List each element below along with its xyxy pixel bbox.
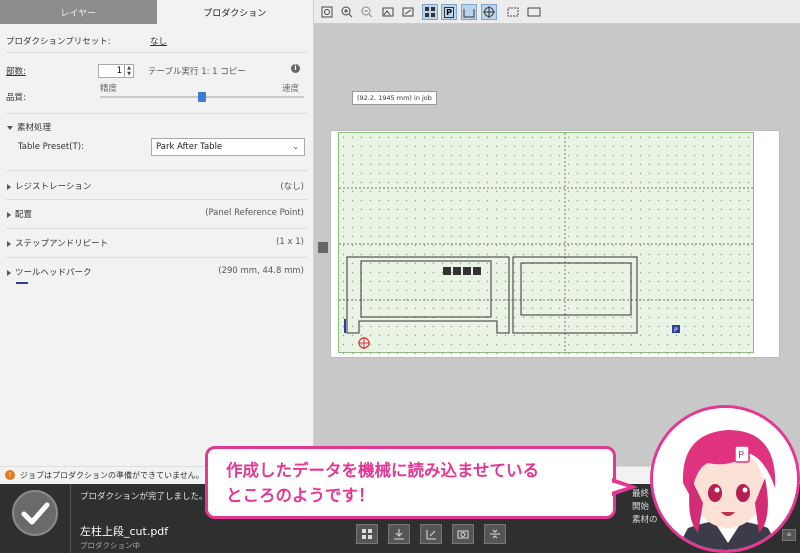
table-preset-select[interactable]: Park After Table ⌄ — [151, 138, 305, 156]
grid-icon[interactable] — [422, 4, 438, 20]
crosshair-icon[interactable] — [481, 4, 497, 20]
step-repeat-label: ステップアンドリピート — [15, 239, 109, 249]
preset-value-link[interactable]: なし — [150, 35, 167, 47]
tab-production[interactable]: プロダクション — [156, 0, 313, 24]
outline-view-icon[interactable] — [400, 4, 416, 20]
divider — [6, 170, 308, 171]
expand-arrow-icon — [7, 183, 11, 190]
side-panel-toggle[interactable] — [318, 242, 328, 253]
zoom-fit-icon[interactable] — [319, 4, 335, 20]
material-label: 素材処理 — [17, 123, 52, 133]
divider — [6, 257, 308, 258]
park-marker: P — [674, 327, 678, 334]
grid-icon[interactable] — [356, 524, 378, 544]
selection-icon[interactable] — [505, 4, 521, 20]
image-view-icon[interactable] — [380, 4, 396, 20]
preset-label: プロダクションプリセット: — [6, 37, 111, 47]
zoom-out-icon[interactable] — [359, 4, 375, 20]
scroll-indicator — [16, 282, 28, 284]
toolhead-park-value: (290 mm, 44.8 mm) — [218, 266, 304, 276]
table-preset-label: Table Preset(T): — [18, 142, 84, 152]
copies-value: 1 — [116, 66, 122, 76]
copies-note: テーブル実行 1: 1 コピー — [148, 67, 246, 77]
chevron-down-icon: ⌄ — [292, 142, 299, 151]
file-name: 左柱上段_cut.pdf — [80, 525, 169, 538]
camera-icon[interactable] — [452, 524, 474, 544]
placement-label: 配置 — [15, 210, 33, 220]
divider — [6, 52, 308, 53]
divider — [70, 484, 71, 553]
quality-slider-thumb[interactable] — [198, 92, 206, 102]
expand-arrow-icon — [7, 240, 11, 247]
stepper-arrows[interactable]: ▲ ▼ — [124, 65, 133, 77]
frame-icon[interactable] — [526, 4, 542, 20]
complete-check-icon — [12, 490, 58, 536]
registration-value: (なし) — [280, 182, 304, 192]
menu-icon[interactable]: ≡ — [782, 529, 796, 541]
copies-label: 部数: — [6, 67, 26, 77]
status-sub: プロダクション中 — [80, 541, 140, 550]
toolhead-park-label: ツールヘッドパーク — [15, 268, 92, 278]
job-preview-drawing: P — [339, 133, 755, 354]
cut-path-icon[interactable] — [420, 524, 442, 544]
info-icon[interactable]: i — [291, 64, 300, 73]
divider — [6, 113, 308, 114]
table-icon[interactable] — [461, 4, 477, 20]
zoom-in-icon[interactable] — [339, 4, 355, 20]
callout-line-1: 作成したデータを機械に読み込ませている — [226, 461, 540, 480]
table-preset-value: Park After Table — [156, 142, 223, 152]
park-icon[interactable]: P — [441, 4, 457, 20]
cutting-table[interactable]: P — [338, 132, 755, 354]
speech-callout: 作成したデータを機械に読み込ませている ところのようです！ — [205, 446, 616, 519]
status-message: プロダクションが完了しました。 — [80, 492, 208, 502]
registration-label: レジストレーション — [15, 182, 92, 192]
view-toolbar: P — [314, 0, 800, 24]
divider — [6, 199, 308, 200]
expand-arrow-icon — [7, 269, 11, 276]
callout-tail-inner — [611, 482, 627, 492]
svg-text:P: P — [738, 450, 744, 461]
production-panel: レイヤー プロダクション プロダクションプリセット: なし 部数: テーブル実行… — [0, 0, 314, 466]
coordinate-tooltip: (92.2, 1945 mm) in job — [352, 91, 437, 105]
align-center-icon[interactable] — [484, 524, 506, 544]
placement-value: (Panel Reference Point) — [205, 208, 304, 218]
status-actions — [356, 524, 506, 544]
character-avatar: P — [650, 405, 800, 553]
collapse-arrow-icon — [7, 125, 13, 130]
warning-icon: ! — [5, 470, 15, 480]
divider — [6, 228, 308, 229]
precision-label: 精度 — [100, 84, 118, 94]
download-icon[interactable] — [388, 524, 410, 544]
job-info-line: 素材の — [632, 515, 658, 525]
tab-layer[interactable]: レイヤー — [0, 0, 157, 24]
panel-tabs: レイヤー プロダクション — [0, 0, 313, 24]
copies-stepper[interactable]: 1 ▲ ▼ — [98, 64, 134, 78]
callout-line-2: ところのようです！ — [226, 486, 375, 505]
expand-arrow-icon — [7, 211, 11, 218]
step-repeat-value: (1 x 1) — [276, 237, 304, 247]
speed-label: 速度 — [282, 84, 300, 94]
warning-text: ジョブはプロダクションの準備ができていません。 — [20, 471, 204, 480]
quality-label: 品質: — [6, 93, 26, 103]
